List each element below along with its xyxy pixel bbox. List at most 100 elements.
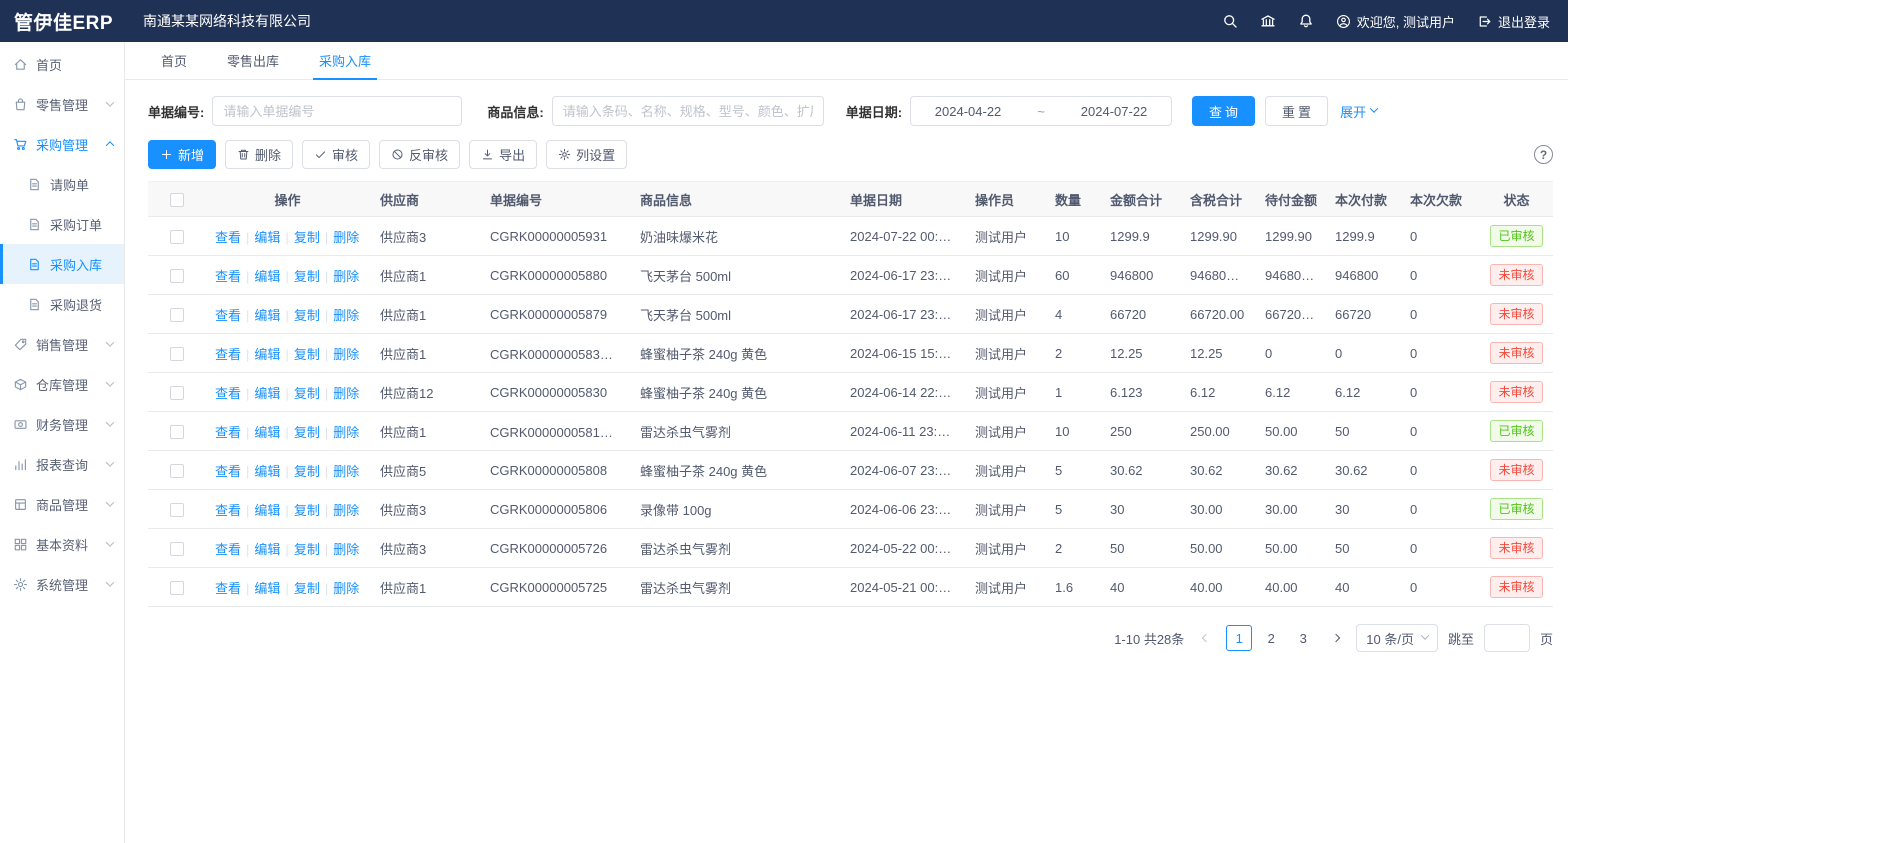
row-action-copy[interactable]: 复制: [294, 269, 320, 284]
row-action-delete[interactable]: 删除: [333, 581, 359, 596]
select-all-checkbox[interactable]: [170, 193, 184, 207]
row-action-edit[interactable]: 编辑: [254, 503, 280, 518]
row-action-view[interactable]: 查看: [215, 425, 241, 440]
reset-button[interactable]: 重置: [1265, 96, 1328, 126]
export-button[interactable]: 导出: [469, 140, 537, 169]
row-action-copy[interactable]: 复制: [294, 425, 320, 440]
row-action-copy[interactable]: 复制: [294, 542, 320, 557]
row-action-delete[interactable]: 删除: [333, 269, 359, 284]
sidebar-item-goods[interactable]: 商品管理: [0, 484, 124, 524]
delete-button[interactable]: 删除: [225, 140, 293, 169]
sidebar-item-home[interactable]: 首页: [0, 44, 124, 84]
row-action-edit[interactable]: 编辑: [254, 308, 280, 323]
row-checkbox[interactable]: [170, 542, 184, 556]
sidebar-item-system[interactable]: 系统管理: [0, 564, 124, 604]
row-action-delete[interactable]: 删除: [333, 386, 359, 401]
row-action-view[interactable]: 查看: [215, 503, 241, 518]
main-content: 首页零售出库采购入库 单据编号: 商品信息: 单据日期: ~ 查询 重置 展开: [125, 42, 1568, 843]
audit-button[interactable]: 审核: [302, 140, 370, 169]
tab-retail-outbound[interactable]: 零售出库: [213, 42, 293, 79]
row-action-edit[interactable]: 编辑: [254, 542, 280, 557]
search-button[interactable]: 查询: [1192, 96, 1255, 126]
row-action-edit[interactable]: 编辑: [254, 230, 280, 245]
sidebar: 首页零售管理采购管理请购单采购订单采购入库采购退货销售管理仓库管理财务管理报表查…: [0, 42, 125, 843]
row-action-copy[interactable]: 复制: [294, 581, 320, 596]
row-checkbox[interactable]: [170, 464, 184, 478]
row-action-copy[interactable]: 复制: [294, 230, 320, 245]
expand-toggle[interactable]: 展开: [1340, 102, 1377, 121]
row-action-view[interactable]: 查看: [215, 464, 241, 479]
row-action-edit[interactable]: 编辑: [254, 269, 280, 284]
unaudit-button[interactable]: 反审核: [379, 140, 460, 169]
row-checkbox[interactable]: [170, 347, 184, 361]
row-action-copy[interactable]: 复制: [294, 308, 320, 323]
sidebar-item-finance[interactable]: 财务管理: [0, 404, 124, 444]
sidebar-item-purchase-inbound[interactable]: 采购入库: [0, 244, 124, 284]
row-action-view[interactable]: 查看: [215, 308, 241, 323]
row-action-delete[interactable]: 删除: [333, 425, 359, 440]
sidebar-item-sales[interactable]: 销售管理: [0, 324, 124, 364]
row-action-edit[interactable]: 编辑: [254, 386, 280, 401]
row-action-edit[interactable]: 编辑: [254, 464, 280, 479]
page-button-3[interactable]: 3: [1290, 625, 1316, 651]
tab-purchase-inbound[interactable]: 采购入库: [305, 42, 385, 79]
search-icon[interactable]: [1222, 13, 1238, 29]
help-icon[interactable]: ?: [1534, 145, 1553, 164]
row-action-copy[interactable]: 复制: [294, 464, 320, 479]
page-size-select[interactable]: 10 条/页: [1356, 624, 1438, 652]
page-button-2[interactable]: 2: [1258, 625, 1284, 651]
row-action-copy[interactable]: 复制: [294, 503, 320, 518]
sidebar-item-retail[interactable]: 零售管理: [0, 84, 124, 124]
row-action-delete[interactable]: 删除: [333, 464, 359, 479]
sidebar-item-purchase-return[interactable]: 采购退货: [0, 284, 124, 324]
product-info-input[interactable]: [552, 96, 824, 126]
row-checkbox[interactable]: [170, 503, 184, 517]
sidebar-item-purchase-order[interactable]: 采购订单: [0, 204, 124, 244]
row-action-view[interactable]: 查看: [215, 542, 241, 557]
row-checkbox[interactable]: [170, 425, 184, 439]
logout-button[interactable]: 退出登录: [1477, 12, 1550, 31]
row-action-edit[interactable]: 编辑: [254, 347, 280, 362]
row-action-delete[interactable]: 删除: [333, 308, 359, 323]
tab-home[interactable]: 首页: [147, 42, 201, 79]
row-action-copy[interactable]: 复制: [294, 347, 320, 362]
column-settings-button[interactable]: 列设置: [546, 140, 627, 169]
cell-operator: 测试用户: [965, 217, 1045, 256]
sidebar-item-report[interactable]: 报表查询: [0, 444, 124, 484]
add-button[interactable]: 新增: [148, 140, 216, 169]
app-logo[interactable]: 管伊佳ERP: [0, 8, 125, 35]
transaction-icon[interactable]: [1260, 13, 1276, 29]
sidebar-item-purchase[interactable]: 采购管理: [0, 124, 124, 164]
row-action-edit[interactable]: 编辑: [254, 581, 280, 596]
welcome-user[interactable]: 欢迎您, 测试用户: [1336, 12, 1455, 31]
sidebar-item-basedata[interactable]: 基本资料: [0, 524, 124, 564]
row-action-edit[interactable]: 编辑: [254, 425, 280, 440]
row-action-view[interactable]: 查看: [215, 386, 241, 401]
page-button-1[interactable]: 1: [1226, 625, 1252, 651]
row-action-view[interactable]: 查看: [215, 347, 241, 362]
cell-current-payment: 40: [1325, 568, 1400, 607]
row-action-view[interactable]: 查看: [215, 230, 241, 245]
row-action-view[interactable]: 查看: [215, 581, 241, 596]
row-action-delete[interactable]: 删除: [333, 347, 359, 362]
row-action-delete[interactable]: 删除: [333, 230, 359, 245]
row-checkbox[interactable]: [170, 230, 184, 244]
bell-icon[interactable]: [1298, 13, 1314, 29]
prev-page-button[interactable]: [1196, 625, 1216, 651]
bill-no-input[interactable]: [212, 96, 462, 126]
row-checkbox[interactable]: [170, 386, 184, 400]
date-to-input[interactable]: [1067, 104, 1161, 119]
row-action-delete[interactable]: 删除: [333, 542, 359, 557]
date-range-picker[interactable]: ~: [910, 96, 1172, 126]
sidebar-item-warehouse[interactable]: 仓库管理: [0, 364, 124, 404]
date-from-input[interactable]: [921, 104, 1015, 119]
row-action-delete[interactable]: 删除: [333, 503, 359, 518]
row-action-copy[interactable]: 复制: [294, 386, 320, 401]
row-checkbox[interactable]: [170, 269, 184, 283]
jump-page-input[interactable]: [1484, 624, 1530, 652]
next-page-button[interactable]: [1326, 625, 1346, 651]
row-action-view[interactable]: 查看: [215, 269, 241, 284]
sidebar-item-purchase-request[interactable]: 请购单: [0, 164, 124, 204]
row-checkbox[interactable]: [170, 581, 184, 595]
row-checkbox[interactable]: [170, 308, 184, 322]
